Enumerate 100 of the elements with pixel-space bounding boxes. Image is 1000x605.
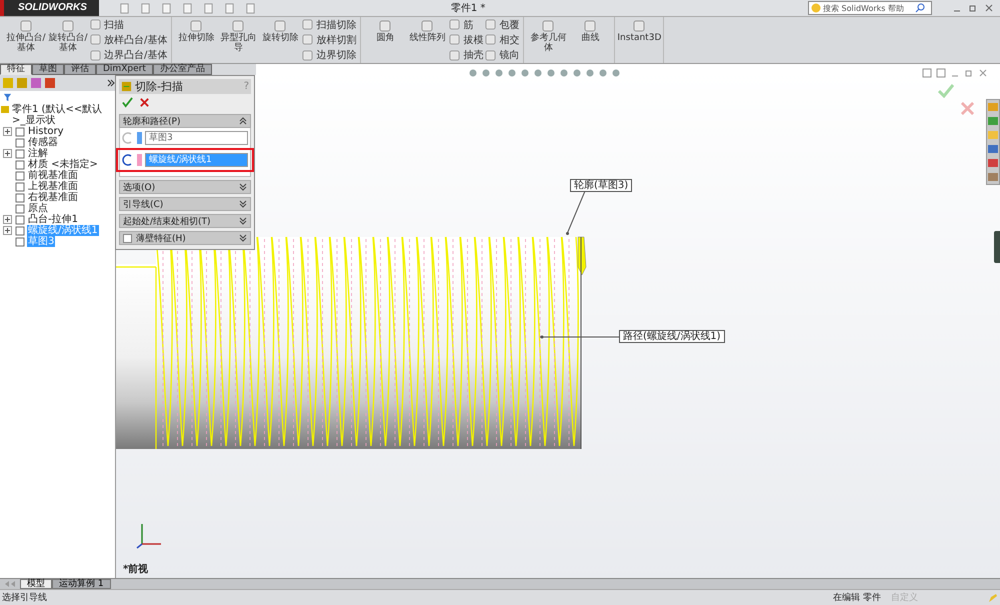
ribbon-button[interactable]: 拔模 [449,32,484,47]
expand-icon[interactable] [3,215,12,224]
task-pane-tab-icon[interactable] [987,114,999,128]
tree-item[interactable]: History [27,126,65,137]
toolbar-icon[interactable] [160,2,172,14]
double-chevron-icon[interactable] [107,79,115,87]
ribbon-button[interactable]: 筋 [449,18,484,32]
ribbon-button[interactable]: 边界凸台/基体 [90,48,168,62]
tile-icon[interactable] [922,68,932,78]
tab[interactable]: DimXpert [96,64,153,75]
panel-tab-icon[interactable] [44,77,56,89]
toolbar-icon[interactable] [182,2,193,14]
ribbon-button[interactable]: 圆角 [365,17,406,63]
ribbon-button[interactable]: 拉伸凸台/基体 [6,17,46,63]
section-header[interactable]: 轮廓和路径(P) [119,114,251,128]
feature-icon [90,50,101,61]
tree-item[interactable]: 凸台-拉伸1 [27,214,79,225]
selection-field[interactable]: 草图3 [145,131,248,145]
chevron-icon[interactable] [239,117,247,125]
status-message: 选择引导线 [2,592,47,604]
feature-icon [449,50,460,61]
toolbar-icon[interactable] [224,2,235,14]
chevron-icon[interactable] [239,234,247,242]
feature-icon [485,50,496,61]
leader-line [566,191,586,235]
ribbon-button[interactable]: 镜向 [485,48,520,62]
ribbon-button[interactable]: 抽壳 [449,48,484,62]
ribbon-button[interactable]: Instant3D [619,17,660,63]
restore-icon[interactable] [968,3,978,13]
color-swatch [137,132,142,144]
color-swatch [137,154,142,166]
tab[interactable]: 运动算例 1 [52,579,111,589]
tab[interactable]: 模型 [20,579,52,589]
ribbon-button[interactable]: 线性阵列 [407,17,448,63]
expand-icon[interactable] [3,149,12,158]
tree-item[interactable]: 传感器 [27,137,59,148]
ribbon-button[interactable]: 扫描 [90,18,168,32]
view-name: *前视 [123,562,148,576]
panel-tab-icon[interactable] [16,77,28,89]
tree-item[interactable]: 原点 [27,203,49,214]
panel-tab-icon[interactable] [2,77,14,89]
search-icon[interactable] [915,3,925,13]
ribbon-button[interactable]: 旋转凸台/基体 [48,17,88,63]
callout-label: 轮廓(草图3) [570,179,632,192]
selection-icon [122,132,134,144]
close-icon[interactable] [978,68,988,78]
tree-item[interactable]: 上视基准面 [27,181,79,192]
confirm-icon[interactable] [938,84,954,98]
app-logo: SOLIDWORKS [0,0,99,16]
ribbon-button[interactable]: 旋转切除 [260,17,300,63]
chevron-icon[interactable] [239,183,247,191]
chevron-icon[interactable] [239,200,247,208]
tab[interactable]: 特征 [0,64,32,75]
task-pane-tab-icon[interactable] [987,100,999,114]
help-icon [811,3,821,13]
task-pane-tab-icon[interactable] [987,170,999,184]
tree-item[interactable]: 右视基准面 [27,192,79,203]
ribbon-button[interactable]: 扫描切除 [302,18,356,32]
tree-item[interactable]: 前视基准面 [27,170,79,181]
section-header[interactable]: 引导线(C) [119,197,251,211]
ribbon-button[interactable]: 放样凸台/基体 [90,32,168,47]
ribbon-button[interactable]: 曲线 [570,17,610,63]
search-field[interactable]: 搜索 SolidWorks 帮助 [808,1,932,15]
ok-icon[interactable] [122,97,133,108]
ribbon-button[interactable]: 放样切割 [302,32,356,47]
chevron-icon[interactable] [239,217,247,225]
tree-root[interactable]: 零件1 (默认<<默认>_显示状 [12,104,112,126]
tab-scroll-icon[interactable] [4,581,16,587]
ribbon-button[interactable]: 参考几何体 [528,17,568,63]
toolbar-icon[interactable] [118,2,130,14]
panel-handle[interactable] [994,231,1000,263]
tree-item[interactable]: 注解 [27,148,49,159]
toolbar-icon[interactable] [202,2,214,14]
section-header[interactable]: 选项(O) [119,180,251,194]
ribbon-button[interactable]: 异型孔向导 [218,17,258,63]
tab[interactable]: 评估 [64,64,96,75]
panel-tab-icon[interactable] [30,77,42,89]
tab[interactable]: 办公室产品 [152,64,212,75]
feature-icon [302,34,314,46]
tree-item[interactable]: 材质 <未指定> [27,159,99,170]
task-pane-tab-icon[interactable] [987,156,999,170]
filter-icon[interactable] [3,93,12,102]
ribbon-button[interactable]: 相交 [485,32,520,47]
tab[interactable]: 草图 [32,64,64,75]
toolbar-icon[interactable] [140,2,151,14]
pencil-icon [988,592,998,602]
tile-icon[interactable] [936,68,946,78]
restore-icon[interactable] [964,68,974,78]
ribbon-button[interactable]: 拉伸切除 [176,17,216,63]
toolbar-icon[interactable] [244,2,256,14]
expand-icon[interactable] [3,226,12,235]
checkbox[interactable] [123,234,132,242]
section-header[interactable]: 起始处/结束处相切(T) [119,214,251,228]
cancel-icon[interactable] [139,97,150,108]
close-icon[interactable] [984,3,994,13]
task-pane-tab-icon[interactable] [987,142,999,156]
section-header[interactable]: 薄壁特征(H) [119,231,251,245]
ribbon-button[interactable]: 边界切除 [302,48,356,62]
expand-icon[interactable] [3,127,12,136]
ribbon-button[interactable]: 包覆 [485,18,520,32]
